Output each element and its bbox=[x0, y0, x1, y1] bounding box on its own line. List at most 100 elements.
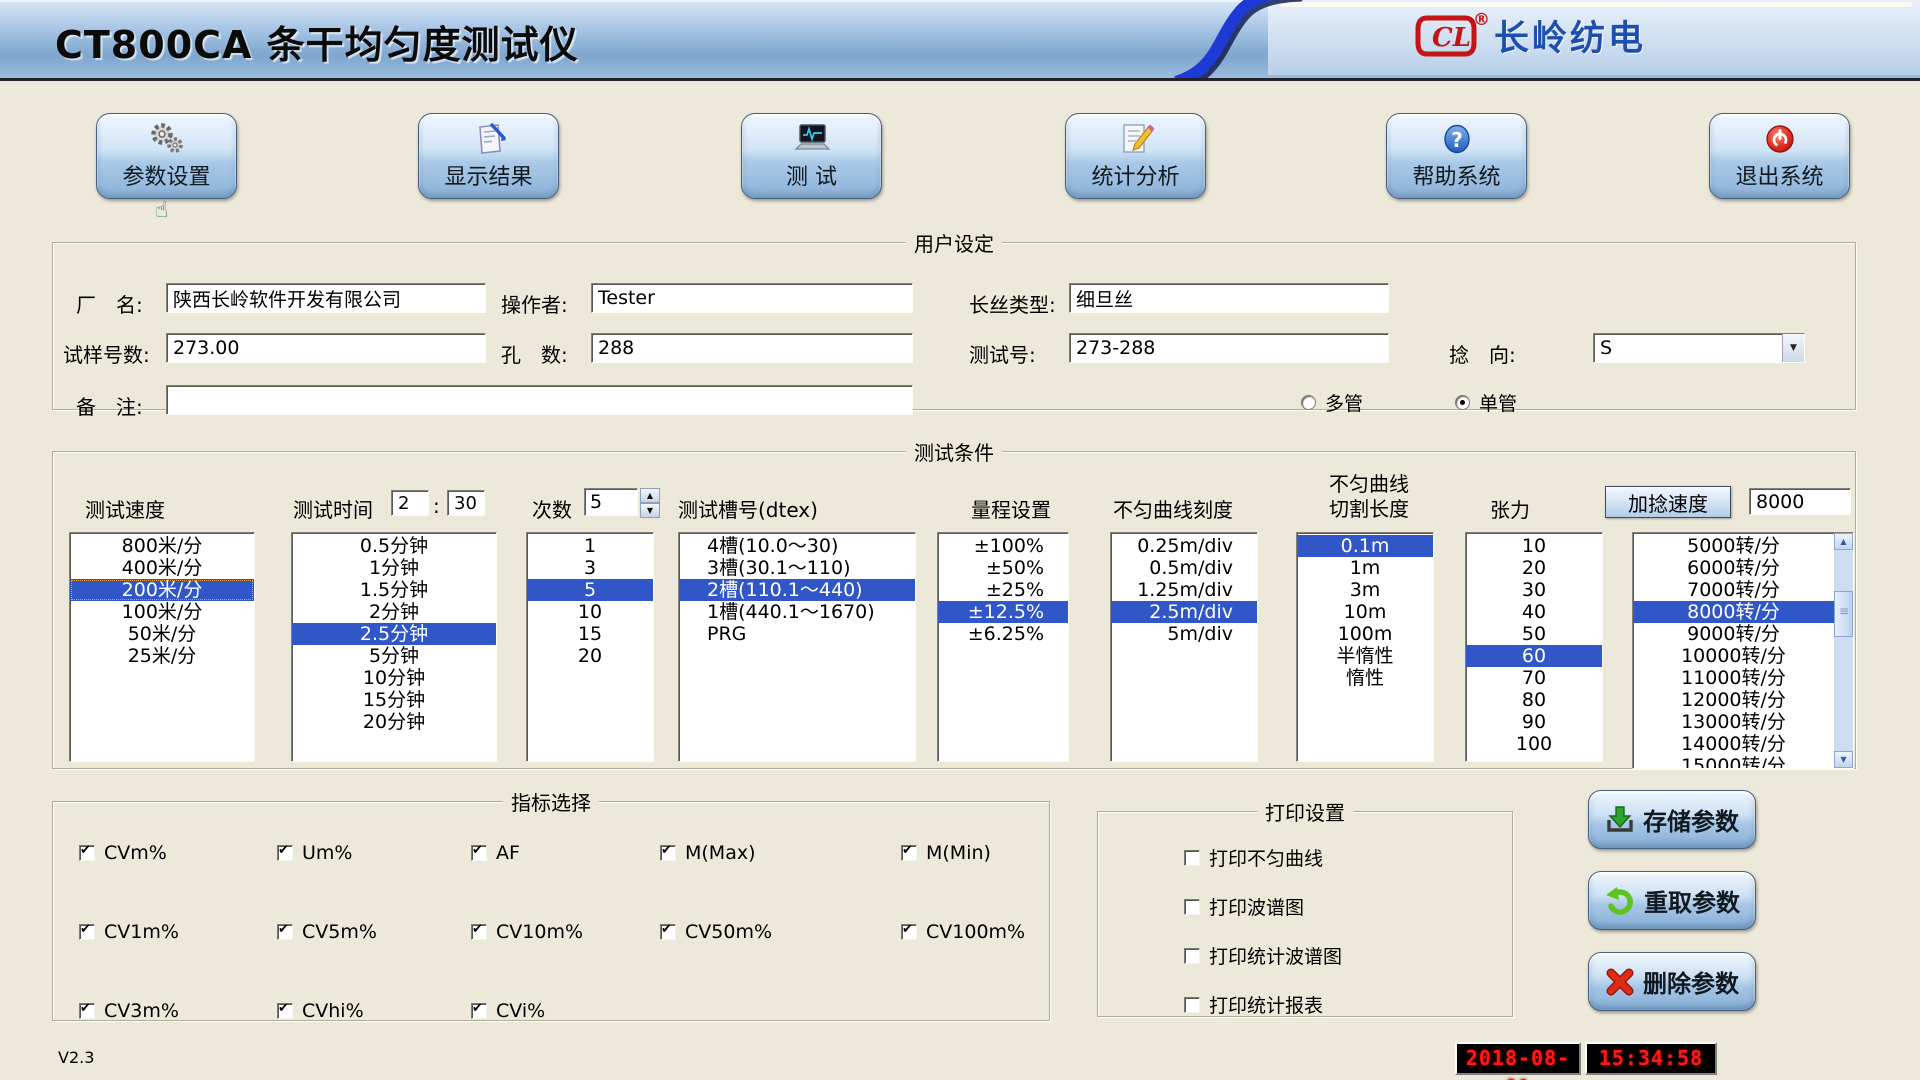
cut-length-list[interactable]: 0.1m1m3m10m100m半惰性惰性 bbox=[1296, 532, 1434, 762]
list-item[interactable]: 13000转/分 bbox=[1633, 711, 1834, 733]
list-item[interactable]: ±25% bbox=[938, 579, 1068, 601]
list-item[interactable]: 200米/分 bbox=[70, 579, 254, 601]
list-item[interactable]: 9000转/分 bbox=[1633, 623, 1834, 645]
holes-input[interactable] bbox=[591, 333, 913, 363]
list-item[interactable]: 7000转/分 bbox=[1633, 579, 1834, 601]
operator-input[interactable] bbox=[591, 283, 913, 313]
list-item[interactable]: 11000转/分 bbox=[1633, 667, 1834, 689]
indicator-checkbox[interactable]: CV3m% bbox=[79, 1000, 277, 1022]
indicator-checkbox[interactable]: Um% bbox=[277, 842, 471, 864]
twist-speed-button[interactable]: 加捻速度 bbox=[1605, 486, 1731, 518]
list-item[interactable]: 20分钟 bbox=[292, 711, 496, 733]
count-input[interactable] bbox=[584, 488, 638, 516]
list-item[interactable]: 1.5分钟 bbox=[292, 579, 496, 601]
help-button[interactable]: ? 帮助系统 bbox=[1386, 113, 1527, 199]
list-item[interactable]: 2.5分钟 bbox=[292, 623, 496, 645]
list-item[interactable]: 12000转/分 bbox=[1633, 689, 1834, 711]
range-list[interactable]: ±100%±50%±25%±12.5%±6.25% bbox=[937, 532, 1069, 762]
indicator-checkbox[interactable]: M(Max) bbox=[660, 842, 901, 864]
list-item[interactable]: 50 bbox=[1466, 623, 1602, 645]
list-item[interactable]: ±12.5% bbox=[938, 601, 1068, 623]
list-item[interactable]: 50米/分 bbox=[70, 623, 254, 645]
print-checkbox[interactable]: 打印统计报表 bbox=[1184, 991, 1342, 1018]
test-time-list[interactable]: 0.5分钟1分钟1.5分钟2分钟2.5分钟5分钟10分钟15分钟20分钟 bbox=[291, 532, 497, 762]
list-item[interactable]: 800米/分 bbox=[70, 535, 254, 557]
indicator-checkbox[interactable]: CV5m% bbox=[277, 921, 471, 943]
spin-down-icon[interactable]: ▼ bbox=[640, 503, 660, 518]
list-item[interactable]: 5 bbox=[527, 579, 653, 601]
list-item[interactable]: ±100% bbox=[938, 535, 1068, 557]
list-item[interactable]: 5000转/分 bbox=[1633, 535, 1834, 557]
list-item[interactable]: 100m bbox=[1297, 623, 1433, 645]
indicator-checkbox[interactable]: CVhi% bbox=[277, 1000, 471, 1022]
list-item[interactable]: 10 bbox=[1466, 535, 1602, 557]
sample-count-input[interactable] bbox=[166, 333, 486, 363]
list-item[interactable]: 1 bbox=[527, 535, 653, 557]
list-item[interactable]: 3槽(30.1～110) bbox=[679, 557, 915, 579]
list-item[interactable]: 惰性 bbox=[1297, 667, 1433, 689]
reload-params-button[interactable]: 重取参数 bbox=[1588, 871, 1756, 930]
list-item[interactable]: 40 bbox=[1466, 601, 1602, 623]
list-item[interactable]: 2.5m/div bbox=[1111, 601, 1257, 623]
factory-input[interactable] bbox=[166, 283, 486, 313]
chevron-down-icon[interactable]: ▼ bbox=[1782, 334, 1804, 362]
exit-button[interactable]: 退出系统 bbox=[1709, 113, 1850, 199]
save-params-button[interactable]: 存储参数 bbox=[1588, 790, 1756, 849]
count-list[interactable]: 135101520 bbox=[526, 532, 654, 762]
count-spinner[interactable]: ▲▼ bbox=[584, 488, 660, 518]
list-item[interactable]: 10m bbox=[1297, 601, 1433, 623]
test-speed-list[interactable]: 800米/分400米/分200米/分100米/分50米/分25米/分 bbox=[69, 532, 255, 762]
test-no-input[interactable] bbox=[1069, 333, 1389, 363]
slot-list[interactable]: 4槽(10.0～30)3槽(30.1～110)2槽(110.1～440)1槽(4… bbox=[678, 532, 916, 762]
list-item[interactable]: 30 bbox=[1466, 579, 1602, 601]
list-item[interactable]: 10 bbox=[527, 601, 653, 623]
indicator-checkbox[interactable]: M(Min) bbox=[901, 842, 1039, 864]
list-item[interactable]: 0.1m bbox=[1297, 535, 1433, 557]
list-item[interactable]: 20 bbox=[527, 645, 653, 667]
list-item[interactable]: 10000转/分 bbox=[1633, 645, 1834, 667]
scroll-up-icon[interactable]: ▲ bbox=[1834, 533, 1853, 550]
twist-speed-list[interactable]: 5000转/分6000转/分7000转/分8000转/分9000转/分10000… bbox=[1632, 532, 1854, 769]
list-item[interactable]: 70 bbox=[1466, 667, 1602, 689]
list-item[interactable]: 0.5分钟 bbox=[292, 535, 496, 557]
tube-mode-option[interactable]: 多管 bbox=[1301, 389, 1363, 416]
list-item[interactable]: 100 bbox=[1466, 733, 1602, 755]
list-item[interactable]: 8000转/分 bbox=[1633, 601, 1834, 623]
list-item[interactable]: 6000转/分 bbox=[1633, 557, 1834, 579]
list-item[interactable]: 60 bbox=[1466, 645, 1602, 667]
list-item[interactable]: 15分钟 bbox=[292, 689, 496, 711]
list-item[interactable]: 10分钟 bbox=[292, 667, 496, 689]
list-item[interactable]: 0.25m/div bbox=[1111, 535, 1257, 557]
twist-speed-input[interactable] bbox=[1749, 488, 1851, 515]
list-item[interactable]: 20 bbox=[1466, 557, 1602, 579]
test-button[interactable]: 测 试 bbox=[741, 113, 882, 199]
list-item[interactable]: 3 bbox=[527, 557, 653, 579]
scroll-down-icon[interactable]: ▼ bbox=[1834, 751, 1853, 768]
tube-mode-option[interactable]: 单管 bbox=[1455, 389, 1517, 416]
list-item[interactable]: 半惰性 bbox=[1297, 645, 1433, 667]
delete-params-button[interactable]: 删除参数 bbox=[1588, 952, 1756, 1011]
list-item[interactable]: 1m bbox=[1297, 557, 1433, 579]
list-item[interactable]: 3m bbox=[1297, 579, 1433, 601]
list-item[interactable]: 1.25m/div bbox=[1111, 579, 1257, 601]
list-item[interactable]: 5m/div bbox=[1111, 623, 1257, 645]
time-minutes-input[interactable] bbox=[391, 490, 429, 516]
list-item[interactable]: 100米/分 bbox=[70, 601, 254, 623]
params-settings-button[interactable]: 参数设置 bbox=[96, 113, 237, 199]
show-results-button[interactable]: 显示结果 bbox=[418, 113, 559, 199]
indicator-checkbox[interactable]: CV100m% bbox=[901, 921, 1039, 943]
time-seconds-input[interactable] bbox=[447, 490, 485, 516]
list-item[interactable]: 14000转/分 bbox=[1633, 733, 1834, 755]
tension-list[interactable]: 102030405060708090100 bbox=[1465, 532, 1603, 762]
indicator-checkbox[interactable]: CVm% bbox=[79, 842, 277, 864]
list-item[interactable]: 0.5m/div bbox=[1111, 557, 1257, 579]
list-item[interactable]: PRG bbox=[679, 623, 915, 645]
scrollbar-thumb[interactable] bbox=[1834, 591, 1853, 637]
list-item[interactable]: 1分钟 bbox=[292, 557, 496, 579]
list-item[interactable]: ±6.25% bbox=[938, 623, 1068, 645]
list-item[interactable]: 5分钟 bbox=[292, 645, 496, 667]
remark-input[interactable] bbox=[166, 385, 913, 415]
statistics-button[interactable]: 统计分析 bbox=[1065, 113, 1206, 199]
filament-type-input[interactable] bbox=[1069, 283, 1389, 313]
indicator-checkbox[interactable]: CV10m% bbox=[471, 921, 660, 943]
